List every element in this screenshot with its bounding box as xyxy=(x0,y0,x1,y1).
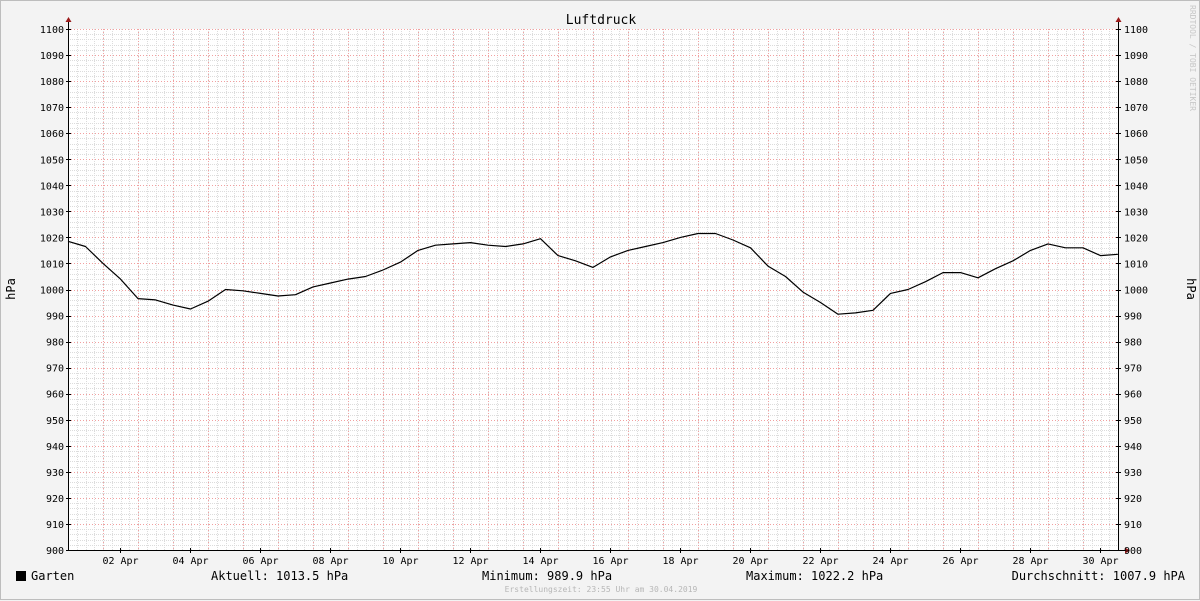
x-tick-label: 10 Apr xyxy=(382,556,418,567)
x-tick-label: 22 Apr xyxy=(802,556,838,567)
y-tick-label-left: 900 xyxy=(46,546,64,557)
y-tick-label-right: 1000 xyxy=(1124,286,1148,297)
y-tick-label-left: 1090 xyxy=(40,51,64,62)
x-tick-label: 20 Apr xyxy=(732,556,768,567)
footer-timestamp: Erstellungszeit: 23:55 Uhr am 30.04.2019 xyxy=(504,585,698,594)
x-tick-label: 26 Apr xyxy=(942,556,978,567)
y-tick-label-right: 990 xyxy=(1124,312,1142,323)
x-tick-labels: 02 Apr 04 Apr 06 Apr 08 Apr 10 Apr 12 Apr 14 A… xyxy=(102,556,1118,567)
y-tick-label-right: 1050 xyxy=(1124,155,1148,166)
y-tick-label-right: 930 xyxy=(1124,468,1142,479)
y-tick-label-right: 1010 xyxy=(1124,259,1148,270)
y-tick-label-left: 1030 xyxy=(40,207,64,218)
y-tick-label-left: 1100 xyxy=(40,25,64,36)
y-tick-label-right: 1020 xyxy=(1124,233,1148,244)
y-tick-label-right: 940 xyxy=(1124,442,1142,453)
legend-swatch xyxy=(16,571,26,581)
chart-title: Luftdruck xyxy=(566,13,637,28)
y-tick-label-left: 920 xyxy=(46,494,64,505)
y-tick-labels-right: 900 910 920 930 940 950 960 970 980 990 1000 1010 10… xyxy=(1124,25,1148,557)
y-tick-label-right: 1030 xyxy=(1124,207,1148,218)
y-tick-label-right: 1060 xyxy=(1124,129,1148,140)
chart-window: 900 910 920 930 940 950 960 970 980 990 1000 1010 10… xyxy=(0,0,1200,600)
y-tick-label-right: 1070 xyxy=(1124,103,1148,114)
y-tick-label-left: 980 xyxy=(46,338,64,349)
y-tick-label-left: 1010 xyxy=(40,259,64,270)
legend-item-garten: Garten xyxy=(16,567,74,585)
y-tick-label-left: 1070 xyxy=(40,103,64,114)
watermark: RRDTOOL / TOBI OETIKER xyxy=(1188,5,1197,111)
y-tick-label-right: 970 xyxy=(1124,364,1142,375)
y-tick-label-right: 1090 xyxy=(1124,51,1148,62)
y-tick-label-left: 910 xyxy=(46,520,64,531)
y-tick-label-left: 930 xyxy=(46,468,64,479)
legend-maximum: Maximum: 1022.2 hPa xyxy=(746,569,884,583)
x-tick-label: 30 Apr xyxy=(1082,556,1118,567)
y-tick-label-right: 1100 xyxy=(1124,25,1148,36)
x-tick-label: 14 Apr xyxy=(522,556,558,567)
y-axis-label-right: hPa xyxy=(1184,278,1198,300)
y-tick-label-left: 970 xyxy=(46,364,64,375)
y-tick-label-left: 1080 xyxy=(40,77,64,88)
legend-series-name: Garten xyxy=(31,569,75,583)
legend-average: Durchschnitt: 1007.9 hPA xyxy=(1011,569,1185,583)
y-tick-label-right: 1040 xyxy=(1124,181,1148,192)
x-tick-label: 24 Apr xyxy=(872,556,908,567)
y-tick-label-right: 980 xyxy=(1124,338,1142,349)
y-tick-label-left: 1050 xyxy=(40,155,64,166)
y-tick-label-left: 940 xyxy=(46,442,64,453)
y-tick-label-left: 950 xyxy=(46,416,64,427)
pressure-chart: 900 910 920 930 940 950 960 970 980 990 1000 1010 10… xyxy=(4,13,1198,567)
y-tick-label-right: 950 xyxy=(1124,416,1142,427)
y-axis-arrow-left xyxy=(65,17,72,22)
x-tick-label: 28 Apr xyxy=(1012,556,1048,567)
y-axis-arrow-right xyxy=(1115,17,1122,22)
y-tick-label-left: 1020 xyxy=(40,233,64,244)
y-tick-label-left: 1040 xyxy=(40,181,64,192)
y-tick-label-left: 990 xyxy=(46,312,64,323)
x-tick-label: 02 Apr xyxy=(102,556,138,567)
y-tick-label-right: 900 xyxy=(1124,546,1142,557)
x-tick-label: 08 Apr xyxy=(312,556,348,567)
y-tick-label-left: 960 xyxy=(46,390,64,401)
x-tick-label: 12 Apr xyxy=(452,556,488,567)
y-tick-label-right: 960 xyxy=(1124,390,1142,401)
y-tick-label-right: 910 xyxy=(1124,520,1142,531)
legend-row: Garten Aktuell: 1013.5 hPa Minimum: 989.… xyxy=(1,567,1200,585)
y-tick-labels-left: 900 910 920 930 940 950 960 970 980 990 1000 1010 10… xyxy=(40,25,64,557)
legend-minimum: Minimum: 989.9 hPa xyxy=(482,569,613,583)
y-tick-label-right: 920 xyxy=(1124,494,1142,505)
x-tick-label: 18 Apr xyxy=(662,556,698,567)
y-tick-label-right: 1080 xyxy=(1124,77,1148,88)
x-tick-label: 06 Apr xyxy=(242,556,278,567)
y-tick-label-left: 1000 xyxy=(40,286,64,297)
y-tick-label-left: 1060 xyxy=(40,129,64,140)
y-axis-label-left: hPa xyxy=(4,278,18,300)
x-tick-label: 04 Apr xyxy=(172,556,208,567)
x-tick-label: 16 Apr xyxy=(592,556,628,567)
legend-current: Aktuell: 1013.5 hPa xyxy=(211,569,349,583)
